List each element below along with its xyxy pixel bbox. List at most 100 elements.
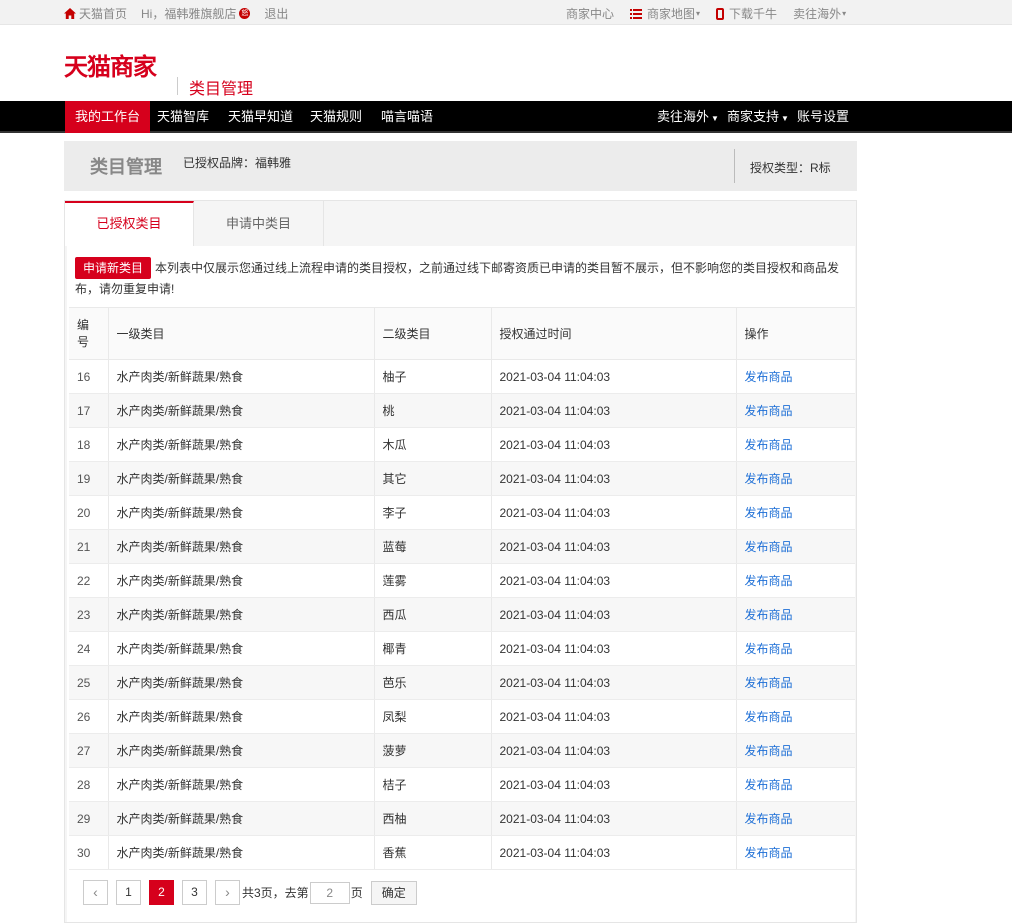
row-number: 20	[69, 495, 109, 530]
row-primary-category: 水产肉类/新鲜蔬果/熟食	[108, 563, 375, 598]
row-action: 发布商品	[736, 835, 855, 870]
table-row: 27 水产肉类/新鲜蔬果/熟食 菠萝 2021-03-04 11:04:03 发布商品	[69, 733, 855, 768]
header-subtitle: 类目管理	[189, 81, 254, 98]
logout-link[interactable]: 退出	[264, 5, 288, 22]
page-1-button[interactable]: 1	[116, 880, 141, 905]
authorized-brand: 已授权品牌：福韩雅	[183, 156, 292, 170]
row-secondary-category: 西瓜	[374, 597, 492, 632]
row-secondary-category: 西柚	[374, 801, 492, 836]
publish-product-link[interactable]: 发布商品	[745, 574, 793, 588]
phone-icon	[716, 7, 725, 20]
logo-divider	[177, 77, 178, 95]
publish-product-link[interactable]: 发布商品	[745, 370, 793, 384]
publish-product-link[interactable]: 发布商品	[745, 472, 793, 486]
vip-badge: 怒	[239, 8, 251, 19]
nav-sell-overseas[interactable]: 卖往海外 ▼	[657, 101, 719, 133]
row-action: 发布商品	[736, 597, 855, 632]
row-secondary-category: 桔子	[374, 767, 492, 802]
publish-product-link[interactable]: 发布商品	[745, 404, 793, 418]
row-number: 30	[69, 835, 109, 870]
nav-workbench[interactable]: 我的工作台	[65, 101, 151, 133]
row-secondary-category: 其它	[374, 461, 492, 496]
publish-product-link[interactable]: 发布商品	[745, 744, 793, 758]
apply-category-button[interactable]: 申请新类目	[75, 257, 152, 279]
publish-product-link[interactable]: 发布商品	[745, 778, 793, 792]
table-row: 30 水产肉类/新鲜蔬果/熟食 香蕉 2021-03-04 11:04:03 发布商品	[69, 835, 855, 870]
nav-rules[interactable]: 天猫规则	[310, 101, 362, 133]
tab-pending[interactable]: 申请中类目	[194, 201, 324, 246]
row-approval-time: 2021-03-04 11:04:03	[491, 801, 737, 836]
row-approval-time: 2021-03-04 11:04:03	[491, 563, 737, 598]
row-secondary-category: 菠萝	[374, 733, 492, 768]
table-row: 19 水产肉类/新鲜蔬果/熟食 其它 2021-03-04 11:04:03 发布商品	[69, 461, 855, 496]
sell-overseas-menu[interactable]: 卖往海外 ▾	[793, 5, 846, 22]
row-action: 发布商品	[736, 801, 855, 836]
row-approval-time: 2021-03-04 11:04:03	[491, 461, 737, 496]
goto-page-input[interactable]	[309, 881, 350, 904]
publish-product-link[interactable]: 发布商品	[745, 846, 793, 860]
publish-product-link[interactable]: 发布商品	[745, 710, 793, 724]
row-approval-time: 2021-03-04 11:04:03	[491, 495, 737, 530]
row-secondary-category: 芭乐	[374, 665, 492, 700]
row-number: 27	[69, 733, 109, 768]
row-secondary-category: 李子	[374, 495, 492, 530]
tmall-merchant-logo[interactable]: 天猫商家	[64, 47, 157, 82]
page-unit-text: 页	[350, 886, 363, 900]
merchant-map-label: 商家地图	[647, 7, 696, 21]
download-qianniu-link[interactable]: 下载千牛	[716, 5, 777, 22]
col-secondary-category: 二级类目	[374, 307, 492, 360]
table-row: 21 水产肉类/新鲜蔬果/熟食 蓝莓 2021-03-04 11:04:03 发布商品	[69, 529, 855, 564]
publish-product-link[interactable]: 发布商品	[745, 642, 793, 656]
nav-think-tank[interactable]: 天猫智库	[157, 101, 209, 133]
tab-authorized[interactable]: 已授权类目	[65, 201, 194, 246]
row-approval-time: 2021-03-04 11:04:03	[491, 359, 737, 394]
row-primary-category: 水产肉类/新鲜蔬果/熟食	[108, 461, 375, 496]
row-secondary-category: 柚子	[374, 359, 492, 394]
row-action: 发布商品	[736, 665, 855, 700]
row-primary-category: 水产肉类/新鲜蔬果/熟食	[108, 393, 375, 428]
row-approval-time: 2021-03-04 11:04:03	[491, 529, 737, 564]
publish-product-link[interactable]: 发布商品	[745, 812, 793, 826]
publish-product-link[interactable]: 发布商品	[745, 608, 793, 622]
nav-account-settings[interactable]: 账号设置	[797, 101, 849, 133]
row-number: 19	[69, 461, 109, 496]
nav-meow[interactable]: 喵言喵语	[381, 101, 433, 133]
prev-page-button[interactable]: ‹	[83, 880, 108, 905]
next-page-button[interactable]: ›	[215, 880, 240, 905]
nav-sell-overseas-label: 卖往海外	[657, 109, 710, 124]
row-secondary-category: 椰青	[374, 631, 492, 666]
row-action: 发布商品	[736, 529, 855, 564]
row-action: 发布商品	[736, 461, 855, 496]
home-link[interactable]: 天猫首页	[64, 5, 127, 22]
row-approval-time: 2021-03-04 11:04:03	[491, 733, 737, 768]
divider	[734, 149, 735, 183]
confirm-button[interactable]: 确定	[370, 880, 417, 905]
category-table: 编号 一级类目 二级类目 授权通过时间 操作 16 水产肉类/新鲜蔬果/熟食 柚子 2…	[69, 307, 855, 870]
col-number: 编号	[69, 307, 109, 360]
table-row: 20 水产肉类/新鲜蔬果/熟食 李子 2021-03-04 11:04:03 发布商品	[69, 495, 855, 530]
row-primary-category: 水产肉类/新鲜蔬果/熟食	[108, 665, 375, 700]
row-approval-time: 2021-03-04 11:04:03	[491, 597, 737, 632]
publish-product-link[interactable]: 发布商品	[745, 506, 793, 520]
publish-product-link[interactable]: 发布商品	[745, 676, 793, 690]
publish-product-link[interactable]: 发布商品	[745, 540, 793, 554]
greeting: Hi，福韩雅旗舰店	[141, 7, 237, 21]
row-number: 25	[69, 665, 109, 700]
table-row: 18 水产肉类/新鲜蔬果/熟食 木瓜 2021-03-04 11:04:03 发布商品	[69, 427, 855, 462]
tab-content: 申请新类目 本列表中仅展示您通过线上流程申请的类目授权，之前通过线下邮寄资质已申请…	[67, 246, 855, 922]
merchant-map-menu[interactable]: 商家地图 ▾	[630, 5, 700, 22]
category-panel: 已授权类目 申请中类目 申请新类目 本列表中仅展示您通过线上流程申请的类目授权，之…	[64, 200, 857, 923]
merchant-center-link[interactable]: 商家中心	[566, 5, 614, 22]
row-primary-category: 水产肉类/新鲜蔬果/熟食	[108, 733, 375, 768]
page-2-button[interactable]: 2	[149, 880, 174, 905]
publish-product-link[interactable]: 发布商品	[745, 438, 793, 452]
row-secondary-category: 香蕉	[374, 835, 492, 870]
table-row: 28 水产肉类/新鲜蔬果/熟食 桔子 2021-03-04 11:04:03 发布商品	[69, 767, 855, 802]
chevron-down-icon: ▼	[711, 114, 719, 123]
row-number: 22	[69, 563, 109, 598]
row-action: 发布商品	[736, 631, 855, 666]
nav-merchant-support[interactable]: 商家支持 ▼	[727, 101, 789, 133]
nav-early-know[interactable]: 天猫早知道	[228, 101, 293, 133]
page-3-button[interactable]: 3	[182, 880, 207, 905]
chevron-down-icon: ▼	[781, 114, 789, 123]
